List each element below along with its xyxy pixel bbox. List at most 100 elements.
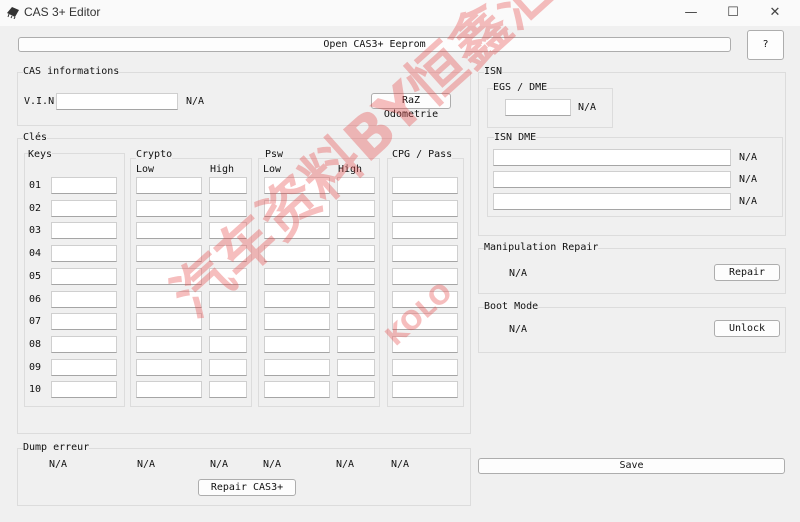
open-eeprom-button[interactable]: Open CAS3+ Eeprom xyxy=(18,37,731,52)
psw-high-field-08[interactable] xyxy=(337,335,375,353)
crypto-high-field-08[interactable] xyxy=(209,335,247,353)
crypto-low-field-09[interactable] xyxy=(136,358,202,376)
vin-field[interactable] xyxy=(56,93,178,110)
crypto-low-field-03[interactable] xyxy=(136,222,202,240)
key-row-number: 10 xyxy=(29,384,42,396)
unlock-button[interactable]: Unlock xyxy=(714,320,780,337)
isn-dme-title: ISN DME xyxy=(494,132,537,143)
psw-low-field-09[interactable] xyxy=(264,358,330,376)
dump-value-4: N/A xyxy=(263,459,282,470)
psw-low-field-03[interactable] xyxy=(264,222,330,240)
crypto-low-field-06[interactable] xyxy=(136,290,202,308)
psw-low-field-01[interactable] xyxy=(264,177,330,194)
app-chip-icon xyxy=(7,7,19,19)
psw-high-field-03[interactable] xyxy=(337,222,375,240)
isn-dme-status-3: N/A xyxy=(739,196,758,207)
psw-high-field-09[interactable] xyxy=(337,358,375,376)
cpg-field-06[interactable] xyxy=(392,290,458,308)
cpg-field-08[interactable] xyxy=(392,335,458,353)
save-button[interactable]: Save xyxy=(478,458,785,474)
dump-value-5: N/A xyxy=(336,459,355,470)
raz-odometrie-button[interactable]: RaZ Odometrie xyxy=(371,93,451,120)
maximize-button[interactable]: ☐ xyxy=(718,3,748,23)
repair-cas3-button[interactable]: Repair CAS3+ xyxy=(198,479,296,496)
close-button[interactable]: ✕ xyxy=(760,3,790,23)
keys-field-04[interactable] xyxy=(51,245,117,263)
psw-high-field-05[interactable] xyxy=(337,267,375,285)
keys-field-07[interactable] xyxy=(51,313,117,331)
keys-field-01[interactable] xyxy=(51,177,117,194)
psw-low-field-02[interactable] xyxy=(264,199,330,217)
boot-title: Boot Mode xyxy=(484,301,539,312)
cpg-field-03[interactable] xyxy=(392,222,458,240)
crypto-low-field-04[interactable] xyxy=(136,245,202,263)
psw-high-field-06[interactable] xyxy=(337,290,375,308)
crypto-low-field-07[interactable] xyxy=(136,313,202,331)
cpg-field-01[interactable] xyxy=(392,177,458,194)
isn-dme-field-2[interactable] xyxy=(493,171,731,188)
psw-low-field-04[interactable] xyxy=(264,245,330,263)
keys-field-09[interactable] xyxy=(51,358,117,376)
psw-label: Psw xyxy=(265,149,284,160)
crypto-low-field-08[interactable] xyxy=(136,335,202,353)
dump-group xyxy=(17,448,471,506)
crypto-high-field-06[interactable] xyxy=(209,290,247,308)
crypto-low-label: Low xyxy=(136,164,155,175)
crypto-label: Crypto xyxy=(136,149,173,160)
crypto-low-field-10[interactable] xyxy=(136,381,202,399)
keys-field-08[interactable] xyxy=(51,335,117,353)
crypto-high-field-07[interactable] xyxy=(209,313,247,331)
key-row-number: 02 xyxy=(29,202,42,214)
crypto-low-field-01[interactable] xyxy=(136,177,202,194)
psw-low-field-08[interactable] xyxy=(264,335,330,353)
egs-dme-field[interactable] xyxy=(505,99,571,116)
cpg-field-04[interactable] xyxy=(392,245,458,263)
crypto-low-field-02[interactable] xyxy=(136,199,202,217)
crypto-high-field-09[interactable] xyxy=(209,358,247,376)
dump-title: Dump erreur xyxy=(23,442,90,453)
keys-field-03[interactable] xyxy=(51,222,117,240)
key-row-number: 01 xyxy=(29,180,42,191)
crypto-high-field-01[interactable] xyxy=(209,177,247,194)
crypto-high-field-02[interactable] xyxy=(209,199,247,217)
psw-high-field-04[interactable] xyxy=(337,245,375,263)
cpg-field-07[interactable] xyxy=(392,313,458,331)
crypto-high-field-10[interactable] xyxy=(209,381,247,399)
crypto-high-field-03[interactable] xyxy=(209,222,247,240)
cpg-field-05[interactable] xyxy=(392,267,458,285)
psw-high-label: High xyxy=(338,164,363,175)
crypto-high-field-05[interactable] xyxy=(209,267,247,285)
boot-status: N/A xyxy=(509,324,528,335)
keys-field-10[interactable] xyxy=(51,381,117,399)
psw-low-field-05[interactable] xyxy=(264,267,330,285)
vin-label: V.I.N xyxy=(24,96,55,107)
help-button[interactable]: ? xyxy=(747,30,784,60)
keys-field-02[interactable] xyxy=(51,199,117,217)
cpg-label: CPG / Pass xyxy=(392,149,453,160)
crypto-low-field-05[interactable] xyxy=(136,267,202,285)
dump-value-1: N/A xyxy=(49,459,68,470)
key-row-number: 08 xyxy=(29,338,42,350)
keys-field-06[interactable] xyxy=(51,290,117,308)
keys-field-05[interactable] xyxy=(51,267,117,285)
isn-title: ISN xyxy=(484,66,503,77)
keys-label: Keys xyxy=(28,149,53,160)
key-row-number: 03 xyxy=(29,225,42,237)
manip-repair-button[interactable]: Repair xyxy=(714,264,780,281)
key-row-number: 04 xyxy=(29,248,42,260)
psw-high-field-07[interactable] xyxy=(337,313,375,331)
isn-dme-field-1[interactable] xyxy=(493,149,731,166)
cpg-field-10[interactable] xyxy=(392,381,458,399)
dump-value-6: N/A xyxy=(391,459,410,470)
psw-high-field-02[interactable] xyxy=(337,199,375,217)
isn-dme-field-3[interactable] xyxy=(493,193,731,210)
minimize-button[interactable]: — xyxy=(676,3,706,23)
psw-high-field-10[interactable] xyxy=(337,381,375,399)
psw-low-field-10[interactable] xyxy=(264,381,330,399)
crypto-high-field-04[interactable] xyxy=(209,245,247,263)
cpg-field-02[interactable] xyxy=(392,199,458,217)
psw-low-field-07[interactable] xyxy=(264,313,330,331)
psw-high-field-01[interactable] xyxy=(337,177,375,194)
psw-low-field-06[interactable] xyxy=(264,290,330,308)
cpg-field-09[interactable] xyxy=(392,358,458,376)
